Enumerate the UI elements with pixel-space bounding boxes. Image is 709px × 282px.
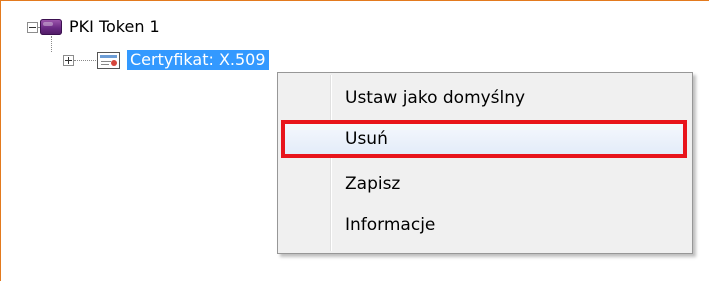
tree-panel-frame: PKI Token 1 Certyfikat: X.509 Ustaw jako…	[0, 0, 709, 281]
menu-item-save[interactable]: Zapisz	[281, 165, 687, 203]
collapse-toggle-icon[interactable]	[27, 22, 38, 33]
menu-item-info[interactable]: Informacje	[281, 206, 687, 244]
menu-item-delete[interactable]: Usuń	[281, 120, 687, 158]
tree-connector	[74, 60, 96, 62]
context-menu: Ustaw jako domyślny Usuń Zapisz Informac…	[277, 72, 693, 254]
expand-toggle-icon[interactable]	[63, 55, 74, 66]
menu-item-set-default[interactable]: Ustaw jako domyślny	[281, 79, 687, 117]
certificate-icon	[97, 52, 120, 69]
token-icon	[40, 19, 62, 35]
tree-node-root-label[interactable]: PKI Token 1	[69, 17, 160, 37]
tree-connector	[51, 36, 53, 52]
tree-node-certificate-label[interactable]: Certyfikat: X.509	[127, 50, 269, 70]
